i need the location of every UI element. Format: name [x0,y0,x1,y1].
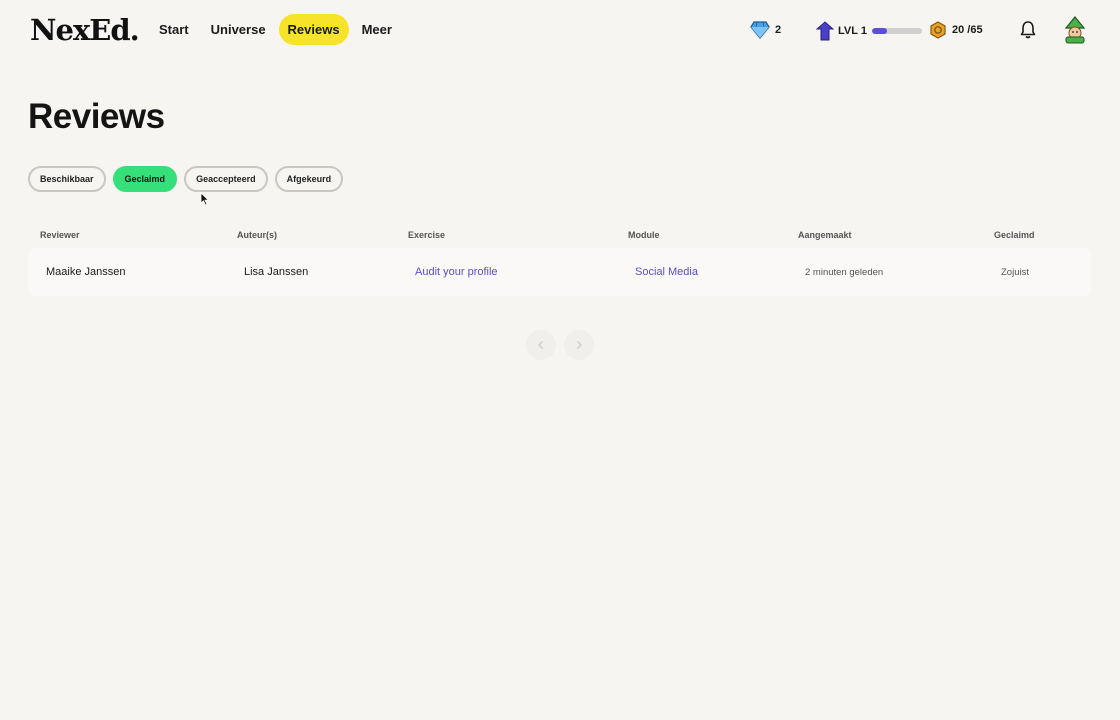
exercise-link[interactable]: Audit your profile [415,266,498,278]
column-header-claimed[interactable]: Geclaimd [994,230,1035,240]
coin-counter[interactable]: 20 /65 [929,21,983,39]
column-header-reviewer[interactable]: Reviewer [40,230,80,240]
nav-item-start[interactable]: Start [150,14,198,45]
module-link[interactable]: Social Media [635,266,698,278]
mouse-cursor-icon [200,192,210,211]
filter-geaccepteerd[interactable]: Geaccepteerd [184,166,268,192]
coin-icon [930,21,946,39]
column-header-exercise[interactable]: Exercise [408,230,445,240]
filter-geclaimd[interactable]: Geclaimd [112,166,178,192]
diamond-icon [750,21,770,39]
filter-afgekeurd[interactable]: Afgekeurd [274,166,344,192]
notifications-bell-icon[interactable] [1018,20,1038,40]
cell-authors: Lisa Janssen [244,266,309,278]
gem-counter[interactable]: 2 [750,21,781,39]
page-title: Reviews [28,97,165,136]
cell-reviewer: Maaike Janssen [46,266,126,278]
level-label: LVL 1 [838,25,867,37]
level-progress-fill [871,28,887,34]
review-status-filters: Beschikbaar Geclaimd Geaccepteerd Afgeke… [28,166,344,192]
filter-beschikbaar[interactable]: Beschikbaar [28,166,106,192]
coin-count: 20 /65 [952,24,983,36]
chevron-right-icon [576,340,583,350]
table-header: Reviewer Auteur(s) Exercise Module Aange… [28,228,1091,244]
nav-item-reviews[interactable]: Reviews [278,14,349,45]
chevron-left-icon [537,340,544,350]
column-header-created[interactable]: Aangemaakt [798,230,852,240]
table-row[interactable]: Maaike Janssen Lisa Janssen Audit your p… [28,248,1091,296]
user-avatar[interactable] [1062,16,1088,44]
cell-created: 2 minuten geleden [805,267,884,278]
main-nav: Start Universe Reviews Meer [150,14,401,45]
top-navbar: NexEd. Start Universe Reviews Meer 2 LVL… [0,0,1120,62]
level-up-arrow-icon [816,21,834,41]
column-header-authors[interactable]: Auteur(s) [237,230,277,240]
pagination [526,330,594,360]
prev-page-button[interactable] [526,330,556,360]
gem-count: 2 [775,24,782,36]
level-progress-bar [871,28,922,34]
nexed-logo[interactable]: NexEd. [30,13,140,47]
nav-item-meer[interactable]: Meer [353,14,401,45]
nav-item-universe[interactable]: Universe [202,14,275,45]
reviews-table: Reviewer Auteur(s) Exercise Module Aange… [28,228,1091,296]
next-page-button[interactable] [564,330,594,360]
column-header-module[interactable]: Module [628,230,660,240]
level-indicator[interactable]: LVL 1 [816,21,922,41]
cell-claimed: Zojuist [1001,267,1029,278]
